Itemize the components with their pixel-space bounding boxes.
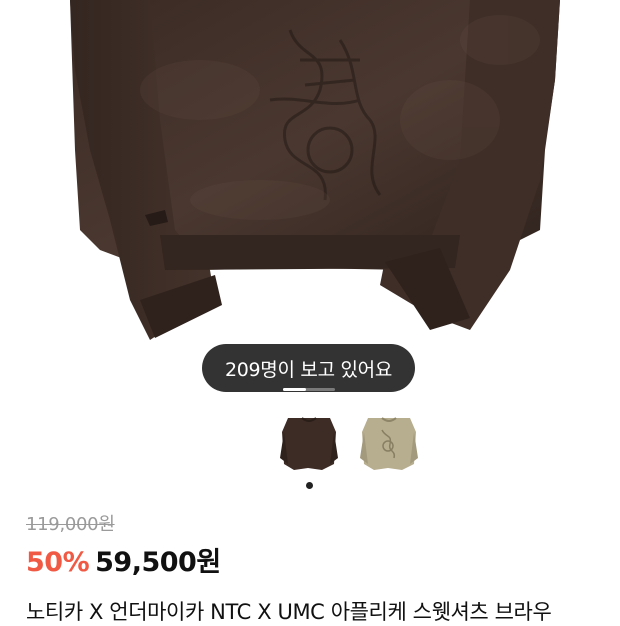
color-option-beige[interactable] <box>356 410 422 476</box>
image-pager-indicator <box>283 388 335 391</box>
original-price: 119,000원 <box>26 514 115 535</box>
discount-rate: 50% <box>26 547 90 578</box>
beige-sweatshirt-thumbnail <box>360 417 418 470</box>
thumbnail-page-dot <box>306 482 313 489</box>
viewers-count-text: 209명이 보고 있어요 <box>224 358 393 381</box>
image-pager-progress <box>283 388 307 391</box>
brown-sweatshirt-photo <box>70 0 560 340</box>
price-row: 50% 59,500원 <box>26 540 221 579</box>
viewers-count-badge: 209명이 보고 있어요 <box>202 344 415 392</box>
color-option-brown[interactable] <box>276 410 342 476</box>
product-title: 노티카 X 언더마이카 NTC X UMC 아플리케 스웻셔츠 브라우 <box>26 600 552 624</box>
brown-sweatshirt-thumbnail <box>280 417 338 470</box>
sale-price: 59,500원 <box>95 547 221 578</box>
color-option-thumbnails <box>276 410 422 476</box>
product-main-image[interactable] <box>0 0 620 400</box>
